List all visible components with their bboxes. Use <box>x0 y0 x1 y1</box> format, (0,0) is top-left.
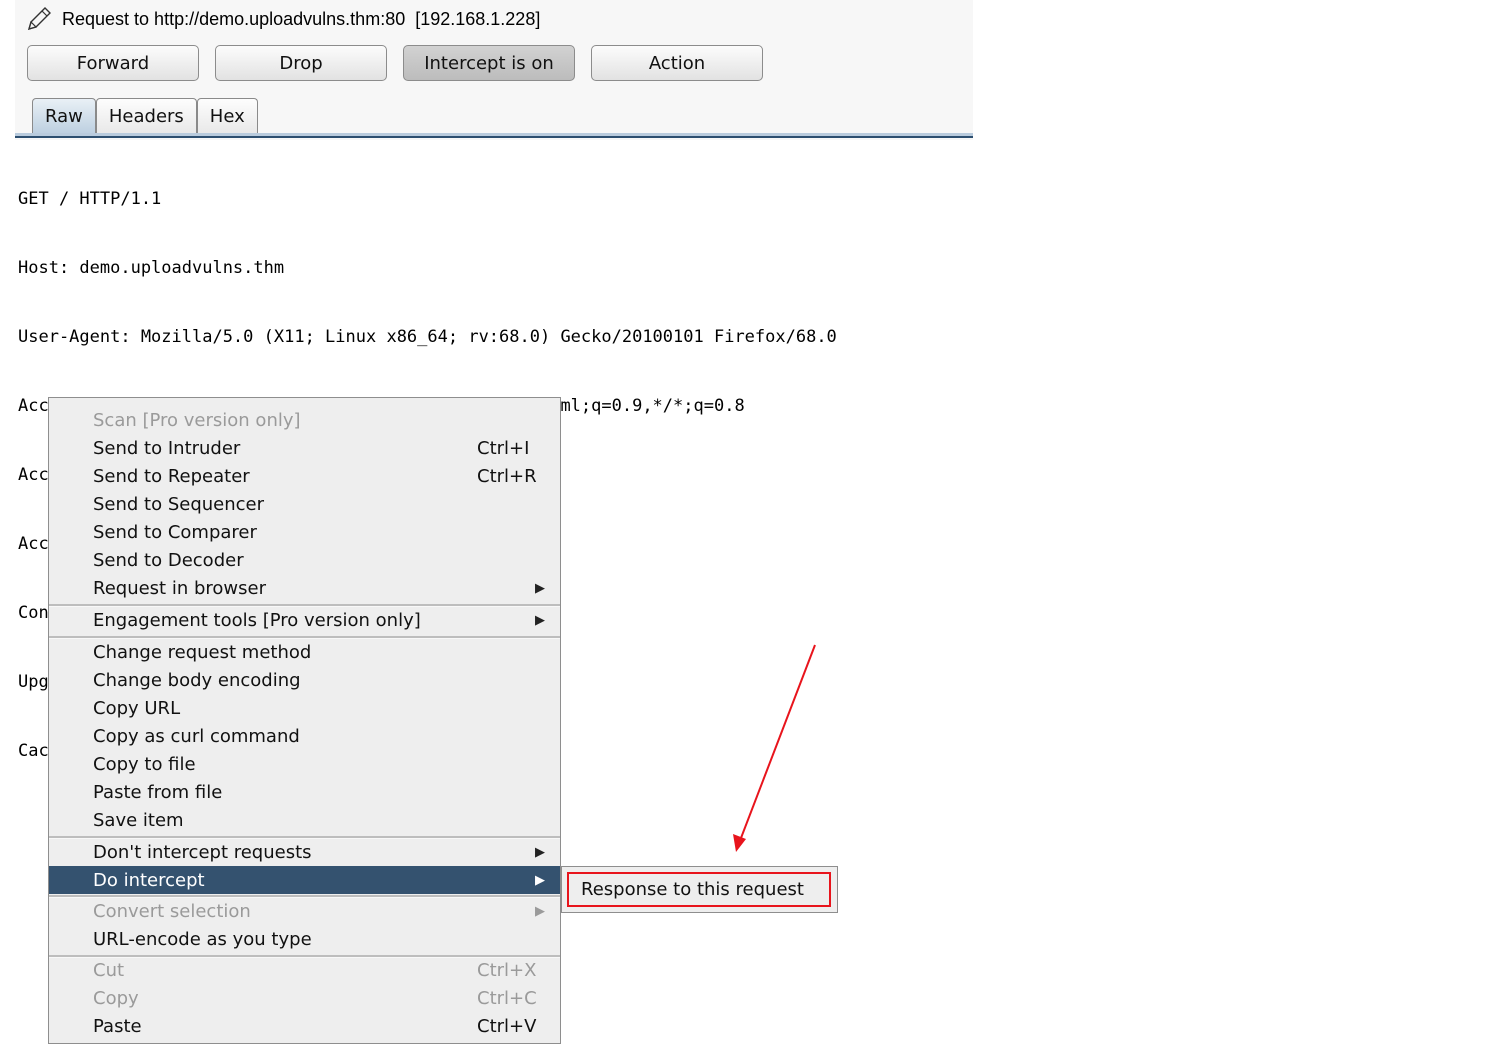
annotation-arrow-icon <box>733 644 816 852</box>
